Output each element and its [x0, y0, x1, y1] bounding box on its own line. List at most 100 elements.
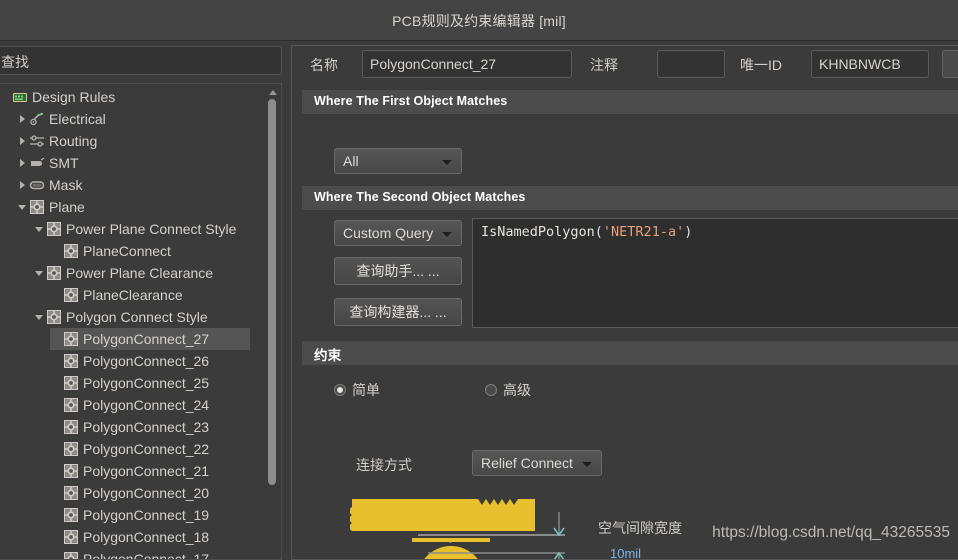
tree-item-label: Polygon Connect Style [66, 309, 208, 325]
plane-icon [63, 419, 79, 435]
tree-item-polygonconnect-25[interactable]: PolygonConnect_25 [0, 372, 261, 394]
collapse-triangle-icon[interactable] [33, 218, 46, 240]
tree-scrollbar-thumb[interactable] [268, 99, 276, 485]
plane-icon [63, 441, 79, 457]
unique-id-field[interactable]: KHNBNWCB [811, 50, 929, 78]
tree-item-electrical[interactable]: Electrical [0, 108, 261, 130]
comment-label: 注释 [590, 57, 618, 73]
tree-item-polygonconnect-24[interactable]: PolygonConnect_24 [0, 394, 261, 416]
tree-item-design-rules[interactable]: Design Rules [0, 86, 261, 108]
tree-item-polygonconnect-20[interactable]: PolygonConnect_20 [0, 482, 261, 504]
query-prefix: IsNamedPolygon( [481, 224, 603, 240]
routing-icon [29, 133, 45, 149]
tree-item-polygon-connect-style[interactable]: Polygon Connect Style [0, 306, 261, 328]
tree-item-polygonconnect-23[interactable]: PolygonConnect_23 [0, 416, 261, 438]
tree-item-label: Power Plane Clearance [66, 265, 214, 281]
plane-icon [63, 507, 79, 523]
comment-field[interactable] [657, 50, 725, 78]
tree-item-label: SMT [49, 155, 79, 171]
tree-item-label: PolygonConnect_19 [83, 507, 210, 523]
collapse-triangle-icon[interactable] [16, 196, 29, 218]
collapse-triangle-icon[interactable] [33, 262, 46, 284]
tree-item-polygonconnect-17[interactable]: PolygonConnect_17 [0, 548, 261, 560]
query-string-literal: 'NETR21-a' [602, 224, 685, 240]
tree-item-polygonconnect-22[interactable]: PolygonConnect_22 [0, 438, 261, 460]
regenerate-id-button[interactable] [942, 50, 958, 78]
plane-icon [63, 485, 79, 501]
tree-item-label: PlaneClearance [83, 287, 183, 303]
name-field[interactable]: PolygonConnect_27 [362, 50, 572, 78]
collapse-triangle-icon[interactable] [33, 306, 46, 328]
constraint-mode-simple-radio[interactable]: 简单 [334, 380, 380, 400]
tree-item-routing[interactable]: Routing [0, 130, 261, 152]
rules-tree: Design Rules Electrical Routing SMT Mask Plan… [0, 83, 282, 560]
design-rules-icon [12, 89, 28, 105]
plane-icon [63, 375, 79, 391]
plane-icon [63, 353, 79, 369]
tree-item-power-plane-connect-style[interactable]: Power Plane Connect Style [0, 218, 261, 240]
tree-item-label: PolygonConnect_23 [83, 419, 210, 435]
tree-item-polygonconnect-19[interactable]: PolygonConnect_19 [0, 504, 261, 526]
tree-item-label: Design Rules [32, 89, 116, 105]
tree-item-label: PlaneConnect [83, 243, 171, 259]
expand-triangle-icon[interactable] [16, 130, 29, 152]
tree-item-smt[interactable]: SMT [0, 152, 261, 174]
expand-triangle-icon[interactable] [16, 174, 29, 196]
radio-off-icon [485, 384, 497, 396]
chevron-down-icon [582, 462, 592, 467]
query-helper-button[interactable]: 查询助手... ... [334, 257, 462, 285]
connect-style-label: 连接方式 [356, 457, 412, 473]
plane-icon [63, 243, 79, 259]
tree-item-planeconnect[interactable]: PlaneConnect [0, 240, 261, 262]
scroll-up-arrow-icon[interactable] [265, 85, 280, 98]
tree-item-label: Electrical [49, 111, 106, 127]
custom-query-editor[interactable]: IsNamedPolygon('NETR21-a') [472, 218, 958, 328]
tree-item-label: Routing [49, 133, 98, 149]
tree-item-label: PolygonConnect_26 [83, 353, 210, 369]
plane-icon [46, 309, 62, 325]
pcb-rules-editor-window: PCB规则及约束编辑器 [mil] 查找 Design Rules Electri… [0, 0, 958, 560]
search-input[interactable]: 查找 [0, 46, 282, 75]
expand-triangle-icon[interactable] [16, 108, 29, 130]
tree-scrollbar[interactable] [265, 85, 280, 559]
plane-icon [29, 199, 45, 215]
air-gap-label: 空气间隙宽度 [598, 520, 682, 536]
tree-item-polygonconnect-18[interactable]: PolygonConnect_18 [0, 526, 261, 548]
plane-icon [46, 265, 62, 281]
chevron-down-icon [442, 160, 452, 165]
electrical-icon [29, 111, 45, 127]
tree-item-label: Mask [49, 177, 83, 193]
tree-item-polygonconnect-21[interactable]: PolygonConnect_21 [0, 460, 261, 482]
connect-style-dropdown[interactable]: Relief Connect [472, 450, 602, 476]
constraint-mode-simple-label: 简单 [352, 382, 380, 398]
first-object-scope-value: All [343, 153, 359, 169]
tree-item-planeclearance[interactable]: PlaneClearance [0, 284, 261, 306]
expand-triangle-icon[interactable] [16, 152, 29, 174]
tree-item-polygonconnect-26[interactable]: PolygonConnect_26 [0, 350, 261, 372]
tree-item-polygonconnect-27[interactable]: PolygonConnect_27 [50, 328, 250, 350]
second-object-scope-dropdown[interactable]: Custom Query [334, 220, 462, 246]
plane-icon [63, 463, 79, 479]
window-title: PCB规则及约束编辑器 [mil] [392, 13, 566, 29]
radio-on-icon [334, 384, 346, 396]
tree-item-plane[interactable]: Plane [0, 196, 261, 218]
tree-item-power-plane-clearance[interactable]: Power Plane Clearance [0, 262, 261, 284]
constraint-mode-advanced-radio[interactable]: 高级 [485, 380, 531, 400]
first-object-scope-dropdown[interactable]: All [334, 148, 462, 174]
query-builder-button[interactable]: 查询构建器... ... [334, 298, 462, 326]
tree-item-label: PolygonConnect_25 [83, 375, 210, 391]
air-gap-value[interactable]: 10mil [610, 546, 641, 559]
rules-tree-panel: 查找 Design Rules Electrical Routing SMT Mask P… [0, 41, 283, 560]
name-label: 名称 [310, 57, 338, 73]
tree-item-mask[interactable]: Mask [0, 174, 261, 196]
tree-item-label: PolygonConnect_17 [83, 551, 210, 560]
